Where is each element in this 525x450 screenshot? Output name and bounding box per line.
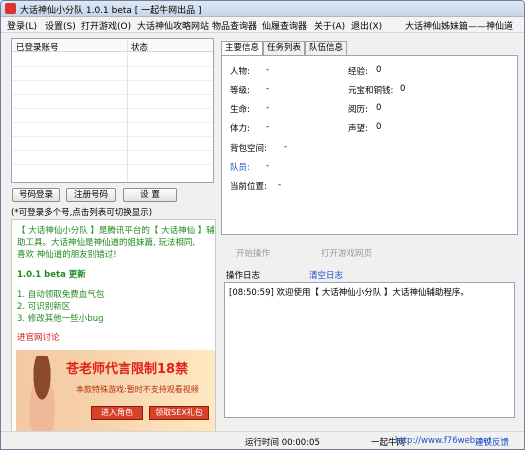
row-line — [12, 150, 213, 151]
menu-open-game[interactable]: 打开游戏(O) — [81, 19, 131, 32]
position-value: - — [278, 180, 282, 190]
status-bar: 运行时间 00:00:05 一起牛网 http://www.f76web.net… — [1, 431, 524, 449]
row-line — [12, 164, 213, 165]
feedback-link[interactable]: 建议反馈 — [475, 436, 509, 448]
banner-character-image — [22, 356, 62, 432]
ad-banner[interactable]: 苍老师代言限制18禁 本款特殊游戏:暂时不支持观看视频 进入角色 领取SEX礼包 — [16, 350, 215, 432]
menu-item-lookup[interactable]: 物品查询器 — [212, 19, 257, 32]
row-line — [12, 136, 213, 137]
update-item: 3. 修改其他一些小bug — [17, 314, 104, 324]
stamina-value: - — [266, 122, 270, 132]
fame-label: 声望: — [348, 124, 368, 134]
settings-button[interactable]: 设 置 — [123, 188, 177, 202]
intro-line: 喜欢 神仙道的朋友别错过! — [17, 250, 117, 260]
stamina-label: 体力: — [230, 124, 250, 134]
level-label: 等级: — [230, 86, 250, 96]
row-line — [12, 122, 213, 123]
menu-sister-game-link[interactable]: 大话神仙姊妹篇——神仙道 — [405, 19, 513, 32]
menu-settings[interactable]: 设置(S) — [45, 19, 76, 32]
title-bar: 大话神仙小分队 1.0.1 beta [ 一起牛网出品 ] — [1, 1, 524, 17]
column-header-status[interactable]: 状态 — [131, 41, 148, 53]
log-entry: [08:50:59] 欢迎使用【 大话神仙小分队 】大话神仙辅助程序。 — [229, 288, 469, 298]
column-header-account[interactable]: 已登录账号 — [16, 41, 59, 53]
clear-log-link[interactable]: 清空日志 — [309, 269, 343, 281]
team-members-label[interactable]: 队员: — [230, 161, 250, 173]
team-members-value: - — [266, 161, 270, 171]
menu-login[interactable]: 登录(L) — [7, 19, 37, 32]
log-box[interactable]: [08:50:59] 欢迎使用【 大话神仙小分队 】大话神仙辅助程序。 — [224, 282, 515, 418]
menu-shoe-lookup[interactable]: 仙履查询器 — [262, 19, 307, 32]
menu-exit[interactable]: 退出(X) — [351, 19, 382, 32]
tab-task-list[interactable]: 任务列表 — [263, 41, 305, 55]
runtime-text: 运行时间 00:00:05 — [245, 438, 320, 448]
operation-log-group: 操作日志 清空日志 [08:50:59] 欢迎使用【 大话神仙小分队 】大话神仙… — [221, 267, 518, 419]
character-value: - — [266, 65, 270, 75]
experience-label: 经验: — [348, 67, 368, 77]
currency-value: 0 — [400, 84, 406, 94]
row-line — [12, 108, 213, 109]
character-label: 人物: — [230, 67, 250, 77]
row-line — [12, 80, 213, 81]
main-info-panel: 人物: - 经验: 0 等级: - 元宝和铜钱: 0 生命: - 阅历: 0 体… — [221, 55, 518, 235]
currency-label: 元宝和铜钱: — [348, 86, 394, 96]
update-item: 1. 自动领取免费血气包 — [17, 290, 105, 300]
tab-team-info[interactable]: 队伍信息 — [305, 41, 347, 55]
number-login-button[interactable]: 号码登录 — [12, 188, 60, 202]
open-game-page-button[interactable]: 打开游戏网页 — [321, 247, 372, 259]
experience-value: 0 — [376, 65, 382, 75]
row-line — [12, 66, 213, 67]
account-list-header: 已登录账号 状态 — [12, 39, 213, 53]
bag-space-value: - — [284, 142, 288, 152]
banner-enter-button[interactable]: 进入角色 — [91, 406, 143, 420]
banner-subtext: 本款特殊游戏:暂时不支持观看视频 — [76, 385, 199, 394]
multi-login-hint: (*可登录多个号,点击列表可切换显示) — [11, 208, 153, 218]
life-value: - — [266, 103, 270, 113]
reading-label: 阅历: — [348, 105, 368, 115]
account-list[interactable]: 已登录账号 状态 — [11, 38, 214, 183]
menu-about[interactable]: 关于(A) — [314, 19, 345, 32]
life-label: 生命: — [230, 105, 250, 115]
news-box: 【 大话神仙小分队 】是腾讯平台的【 大话神仙 】辅 助工具。大话神仙是神仙道的… — [11, 219, 216, 444]
row-line — [12, 94, 213, 95]
log-label: 操作日志 — [226, 271, 261, 281]
forum-link[interactable]: 进官网讨论 — [17, 331, 60, 343]
bag-space-label: 背包空间: — [230, 144, 267, 154]
banner-gift-button[interactable]: 领取SEX礼包 — [149, 406, 209, 420]
reading-value: 0 — [376, 103, 382, 113]
level-value: - — [266, 84, 270, 94]
window-title: 大话神仙小分队 1.0.1 beta [ 一起牛网出品 ] — [20, 6, 202, 16]
intro-line: 助工具。大话神仙是神仙道的姐妹篇, 玩法相同, — [17, 238, 196, 248]
menu-strategy-site[interactable]: 大话神仙攻略网站 — [137, 19, 209, 32]
fame-value: 0 — [376, 122, 382, 132]
main-window: 大话神仙小分队 1.0.1 beta [ 一起牛网出品 ] 登录(L) 设置(S… — [0, 0, 525, 450]
update-item: 2. 可识别新区 — [17, 302, 71, 312]
intro-line: 【 大话神仙小分队 】是腾讯平台的【 大话神仙 】辅 — [17, 226, 215, 236]
app-icon — [5, 3, 16, 14]
tab-main-info[interactable]: 主要信息 — [221, 41, 263, 56]
banner-headline: 苍老师代言限制18禁 — [66, 362, 189, 377]
column-divider — [127, 39, 128, 182]
register-button[interactable]: 注册号码 — [66, 188, 116, 202]
menu-bar: 登录(L) 设置(S) 打开游戏(O) 大话神仙攻略网站 物品查询器 仙履查询器… — [1, 17, 524, 33]
position-label: 当前位置: — [230, 182, 267, 192]
update-title: 1.0.1 beta 更新 — [17, 270, 86, 280]
start-operation-button[interactable]: 开始操作 — [236, 247, 270, 259]
